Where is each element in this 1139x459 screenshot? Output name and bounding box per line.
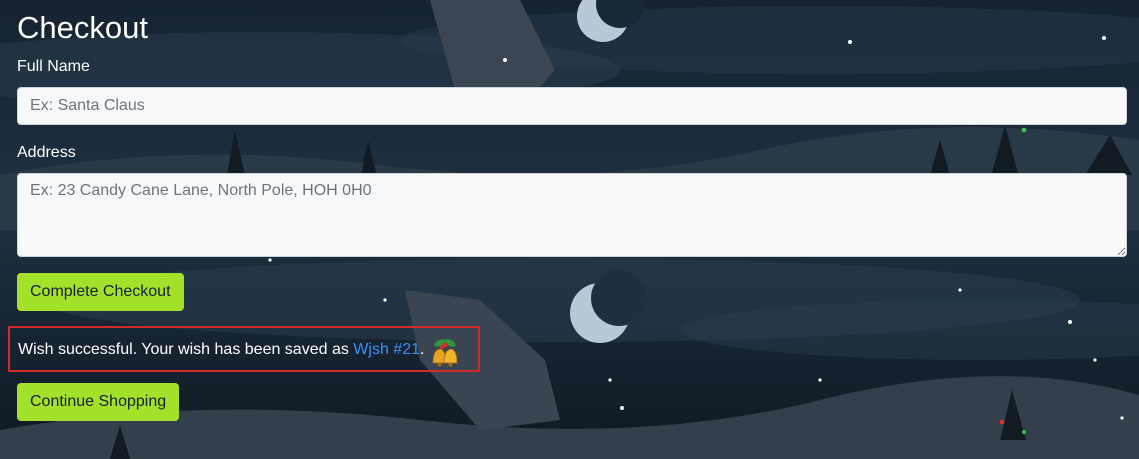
full-name-input[interactable] (17, 87, 1127, 125)
address-textarea[interactable] (17, 173, 1127, 257)
wish-link[interactable]: Wjsh #21 (353, 341, 420, 358)
checkout-page: Checkout Full Name Address Complete Chec… (0, 0, 1139, 459)
continue-shopping-button[interactable]: Continue Shopping (17, 383, 180, 421)
complete-checkout-button[interactable]: Complete Checkout (17, 273, 184, 311)
address-label: Address (17, 144, 76, 161)
full-name-label: Full Name (17, 58, 90, 75)
success-message-box: Wish successful. Your wish has been save… (8, 326, 480, 372)
success-message-prefix: Wish successful. Your wish has been save… (18, 341, 354, 358)
christmas-bells-icon (432, 339, 458, 367)
success-message: Wish successful. Your wish has been save… (18, 340, 424, 360)
success-message-suffix: . (420, 341, 425, 358)
page-title: Checkout (17, 10, 148, 45)
